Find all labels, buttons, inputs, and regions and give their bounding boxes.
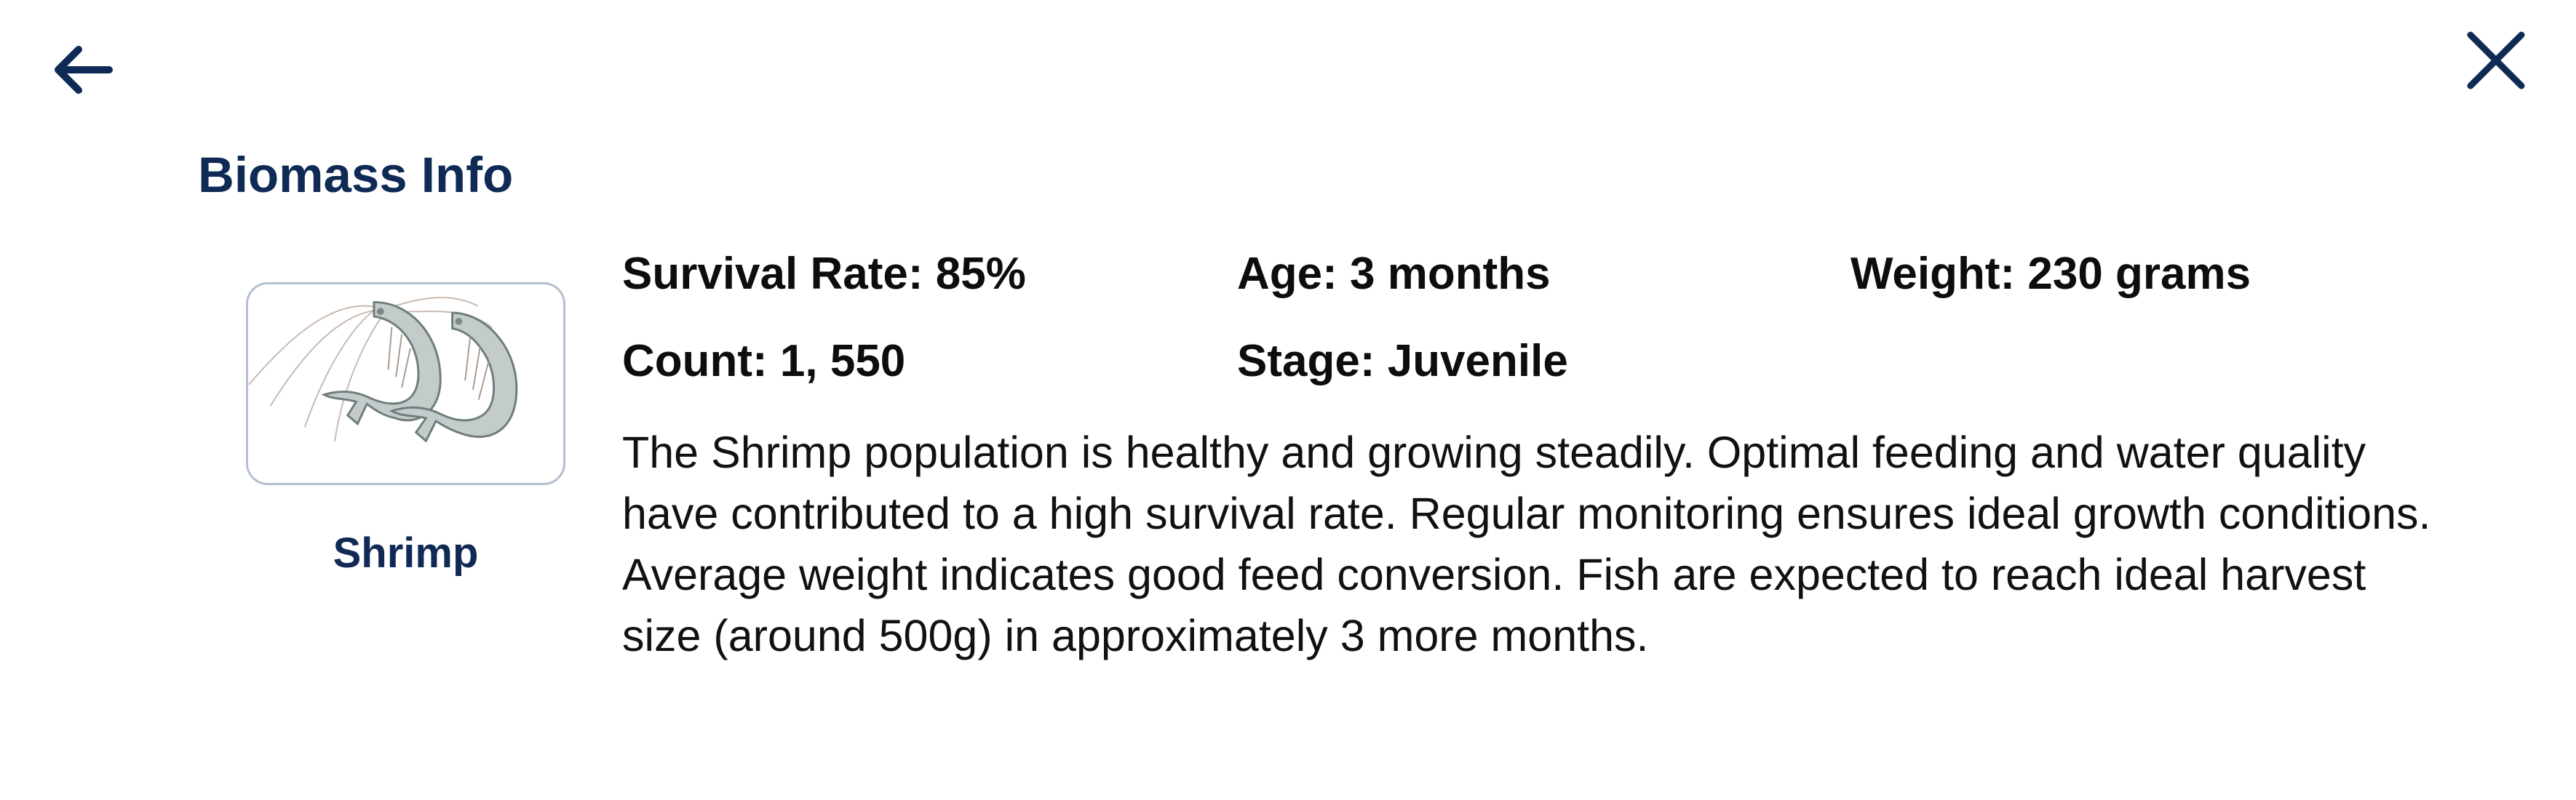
age-stat: Age: 3 months (1237, 249, 1551, 299)
biomass-description: The Shrimp population is healthy and gro… (622, 428, 2431, 660)
back-button[interactable] (49, 42, 119, 100)
page-title: Biomass Info (198, 147, 514, 203)
stage-stat: Stage: Juvenile (1237, 336, 1568, 386)
close-icon (2467, 31, 2525, 89)
shrimp-image (248, 297, 518, 443)
arrow-left-icon (55, 46, 113, 94)
species-image-card (246, 282, 565, 485)
weight-stat: Weight: 230 grams (1850, 249, 2251, 299)
species-name: Shrimp (333, 529, 479, 577)
survival-rate-stat: Survival Rate: 85% (622, 249, 1026, 299)
close-button[interactable] (2463, 28, 2529, 93)
count-stat: Count: 1, 550 (622, 336, 906, 386)
